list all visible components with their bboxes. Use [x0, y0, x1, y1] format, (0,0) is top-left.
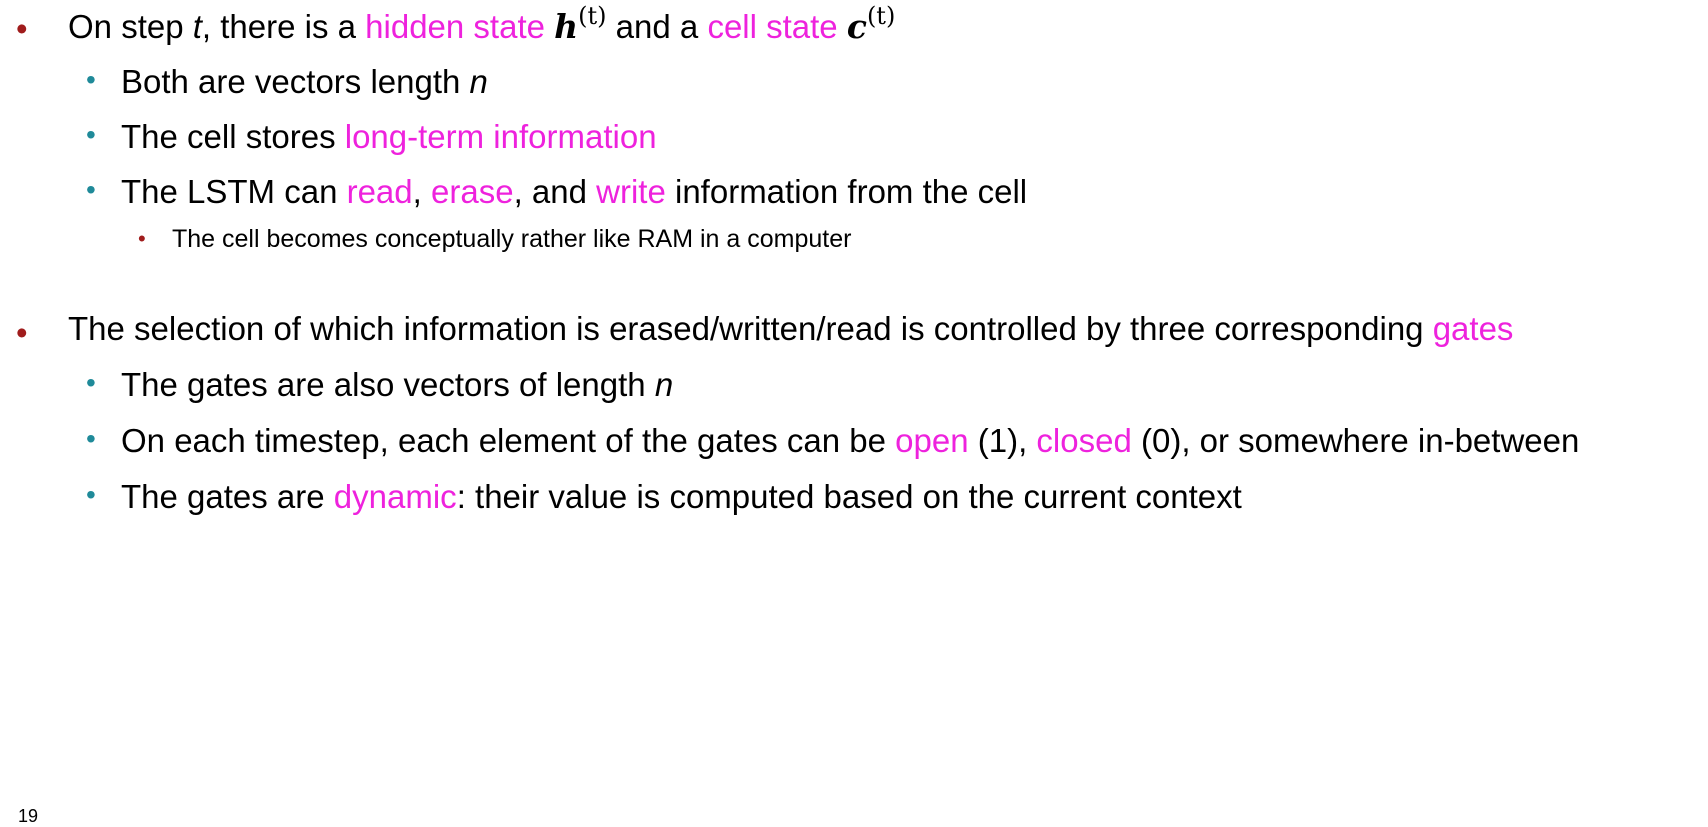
sub-bullet-read-erase-write: The LSTM can read, erase, and write info…: [121, 173, 1028, 210]
bullet-marker: •: [86, 423, 96, 454]
bullet-marker: •: [138, 226, 146, 251]
math-sup-t: (t): [866, 2, 896, 30]
bullet-marker: •: [16, 10, 28, 47]
highlight-gates: gates: [1432, 310, 1514, 347]
highlight-read: read: [346, 173, 413, 210]
sub-sub-bullet-ram: The cell becomes conceptually rather lik…: [172, 225, 852, 253]
sub-bullet-gates-vectors: The gates are also vectors of length n: [121, 366, 674, 403]
highlight-long-term-information: long-term information: [344, 118, 657, 155]
highlight-hidden-state: hidden state: [365, 8, 545, 45]
math-c: c: [846, 7, 867, 46]
highlight-erase: erase: [431, 173, 514, 210]
math-h: h: [554, 7, 579, 46]
sub-bullet-dynamic: The gates are dynamic: their value is co…: [121, 478, 1242, 515]
highlight-open: open: [895, 422, 969, 459]
bullet-marker: •: [86, 64, 96, 95]
highlight-closed: closed: [1036, 422, 1132, 459]
highlight-write: write: [596, 173, 666, 210]
sub-bullet-open-closed: On each timestep, each element of the ga…: [121, 422, 1580, 459]
bullet-marker: •: [16, 314, 28, 351]
bullet-hidden-cell-state: On step t, there is a hidden state h(t) …: [68, 2, 896, 46]
bullet-marker: •: [86, 367, 96, 398]
highlight-cell-state: cell state: [707, 8, 838, 45]
sub-bullet-vector-length: Both are vectors length n: [121, 63, 488, 100]
bullet-gates-selection: The selection of which information is er…: [68, 310, 1514, 347]
highlight-dynamic: dynamic: [333, 478, 457, 515]
math-sup-t: (t): [578, 2, 607, 30]
bullet-marker: •: [86, 479, 96, 510]
sub-bullet-cell-stores: The cell stores long-term information: [121, 118, 657, 155]
bullet-marker: •: [86, 119, 96, 150]
page-number: 19: [18, 806, 39, 826]
bullet-marker: •: [86, 174, 96, 205]
